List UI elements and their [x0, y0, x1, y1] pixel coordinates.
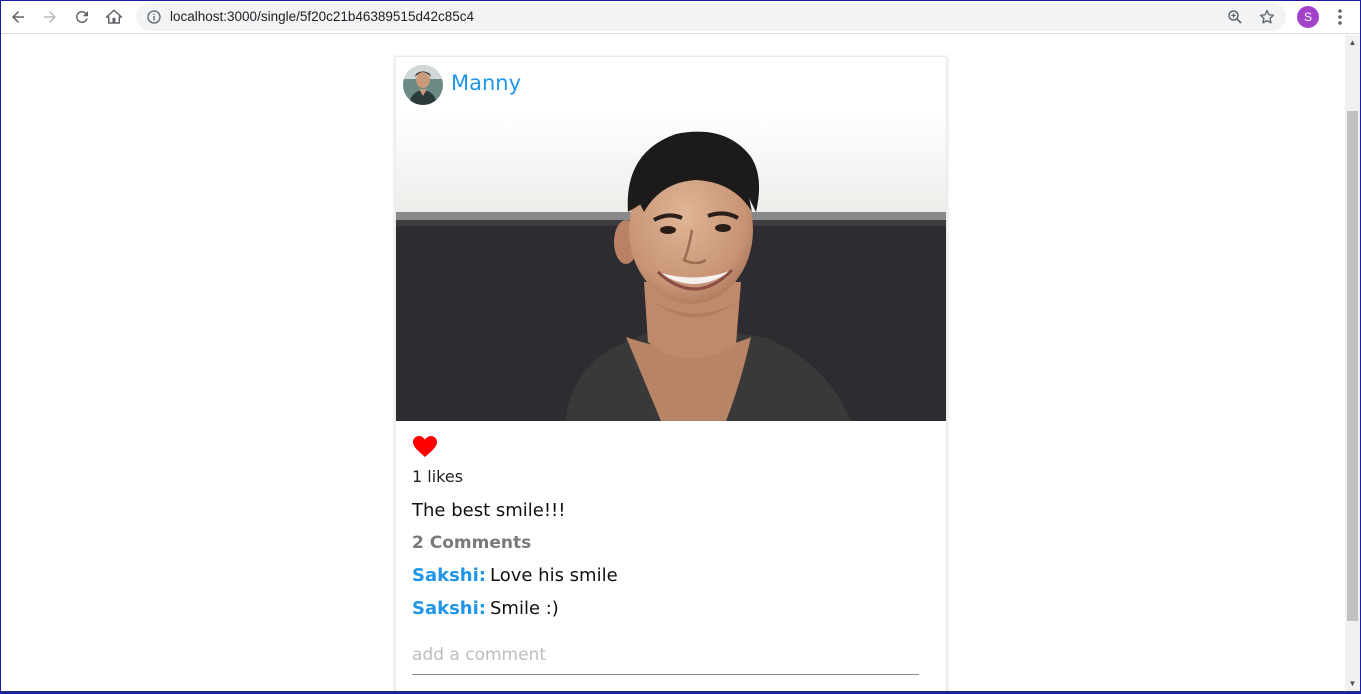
bookmark-star-icon[interactable]	[1258, 8, 1276, 26]
comment-item: Sakshi: Smile :)	[412, 598, 559, 619]
home-icon	[105, 9, 123, 24]
author-avatar[interactable]	[403, 65, 443, 105]
post-header: Manny	[396, 57, 946, 112]
home-button[interactable]	[102, 5, 126, 29]
post-card: Manny 1 likes The best smile!!! 2 Commen…	[395, 56, 947, 693]
zoom-icon[interactable]	[1226, 8, 1244, 26]
comment-author[interactable]: Sakshi:	[412, 565, 486, 586]
scrollbar-thumb[interactable]	[1347, 111, 1358, 621]
portrait-image	[396, 112, 946, 421]
author-name[interactable]: Manny	[451, 71, 521, 95]
comment-item: Sakshi: Love his smile	[412, 565, 618, 586]
scroll-up-arrow-icon[interactable]: ▲	[1345, 35, 1360, 50]
address-bar[interactable]: localhost:3000/single/5f20c21b46389515d4…	[136, 3, 1286, 31]
comment-text: Smile :)	[489, 598, 559, 619]
post-caption: The best smile!!!	[412, 500, 566, 521]
avatar-photo	[403, 65, 443, 105]
reload-button[interactable]	[70, 5, 94, 29]
post-photo	[396, 112, 946, 421]
comment-author[interactable]: Sakshi:	[412, 598, 486, 619]
page-viewport: Manny 1 likes The best smile!!! 2 Commen…	[1, 35, 1345, 693]
url-text[interactable]: localhost:3000/single/5f20c21b46389515d4…	[170, 9, 474, 24]
scroll-down-arrow-icon[interactable]: ▼	[1345, 676, 1360, 691]
forward-button[interactable]	[38, 5, 62, 29]
likes-count: 1 likes	[412, 467, 464, 486]
heart-icon	[413, 436, 437, 457]
browser-toolbar: localhost:3000/single/5f20c21b46389515d4…	[1, 1, 1360, 34]
comments-count[interactable]: 2 Comments	[412, 533, 531, 553]
back-button[interactable]	[6, 5, 30, 29]
like-button[interactable]	[412, 435, 438, 459]
comment-text: Love his smile	[489, 565, 618, 586]
reload-icon	[75, 10, 88, 23]
browser-window: localhost:3000/single/5f20c21b46389515d4…	[0, 0, 1361, 694]
comment-input[interactable]	[412, 635, 919, 675]
profile-avatar[interactable]: S	[1297, 6, 1319, 28]
info-icon[interactable]	[146, 9, 162, 25]
arrow-left-icon	[12, 11, 24, 23]
arrow-right-icon	[44, 11, 56, 23]
more-vert-icon[interactable]	[1331, 6, 1349, 28]
page-scrollbar[interactable]: ▲ ▼	[1345, 35, 1360, 691]
